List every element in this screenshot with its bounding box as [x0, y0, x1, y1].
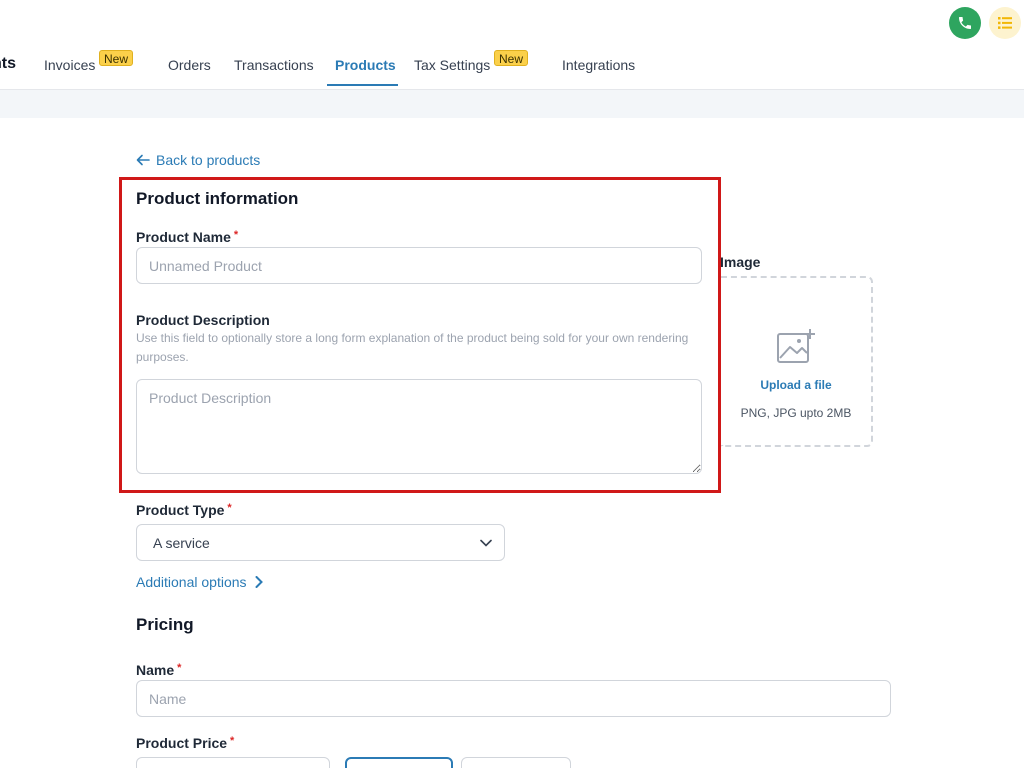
tab-orders[interactable]: Orders — [168, 57, 211, 73]
back-to-products-link[interactable]: Back to products — [136, 152, 260, 168]
product-name-label: Product Name * — [136, 229, 238, 245]
back-link-label: Back to products — [156, 152, 261, 168]
chevron-right-icon — [255, 576, 263, 588]
product-description-help: Use this field to optionally store a lon… — [136, 331, 689, 364]
tab-products[interactable]: Products — [335, 57, 396, 73]
image-label-text: Image — [720, 254, 761, 270]
section-title-product-information: Product information — [136, 189, 299, 208]
arrow-left-icon — [136, 154, 150, 166]
pricing-name-label-text: Name — [136, 662, 175, 678]
product-type-selected: A service — [153, 534, 210, 551]
upload-hint: PNG, JPG upto 2MB — [740, 406, 852, 420]
product-type-label: Product Type * — [136, 502, 232, 518]
chevron-down-icon — [480, 539, 492, 547]
additional-options-label: Additional options — [136, 574, 247, 590]
price-type-option[interactable] — [136, 757, 330, 768]
list-icon — [998, 17, 1012, 29]
tab-tax-settings[interactable]: Tax Settings — [414, 57, 490, 73]
required-marker: * — [177, 662, 182, 674]
new-badge: New — [494, 50, 529, 66]
sub-header-bar — [0, 90, 1024, 118]
task-list-button[interactable] — [989, 7, 1021, 39]
tab-transactions[interactable]: Transactions — [234, 57, 314, 73]
product-description-textarea[interactable] — [136, 379, 702, 474]
truncated-nav-item[interactable]: nts — [0, 55, 16, 73]
required-marker: * — [230, 735, 235, 747]
tab-integrations[interactable]: Integrations — [562, 57, 635, 73]
top-navigation: nts Invoices New Orders Transactions Pro… — [0, 0, 1024, 90]
image-add-icon — [777, 329, 815, 363]
product-price-label: Product Price * — [136, 735, 234, 751]
phone-button[interactable] — [949, 7, 981, 39]
upload-file-link[interactable]: Upload a file — [760, 378, 831, 392]
price-type-option[interactable] — [345, 757, 453, 768]
image-upload-dropzone[interactable]: Upload a file PNG, JPG upto 2MB — [721, 276, 873, 447]
section-title-pricing: Pricing — [136, 615, 194, 634]
active-tab-indicator — [327, 84, 398, 86]
new-badge: New — [99, 50, 134, 66]
required-marker: * — [227, 502, 232, 514]
image-label: Image — [721, 254, 760, 270]
tab-invoices[interactable]: Invoices — [44, 57, 95, 73]
additional-options-link[interactable]: Additional options — [136, 574, 263, 590]
product-price-label-text: Product Price — [136, 735, 228, 751]
phone-icon — [959, 17, 971, 29]
pricing-name-input[interactable] — [136, 680, 891, 717]
pricing-name-label: Name * — [136, 662, 181, 678]
product-type-select[interactable]: A service — [136, 524, 505, 561]
product-name-input[interactable] — [136, 247, 702, 284]
price-type-option[interactable] — [461, 757, 571, 768]
required-marker: * — [233, 229, 239, 241]
product-type-label-text: Product Type — [136, 502, 225, 518]
product-name-label-text: Product Name — [136, 229, 231, 245]
product-description-label: Product Description — [136, 312, 270, 328]
